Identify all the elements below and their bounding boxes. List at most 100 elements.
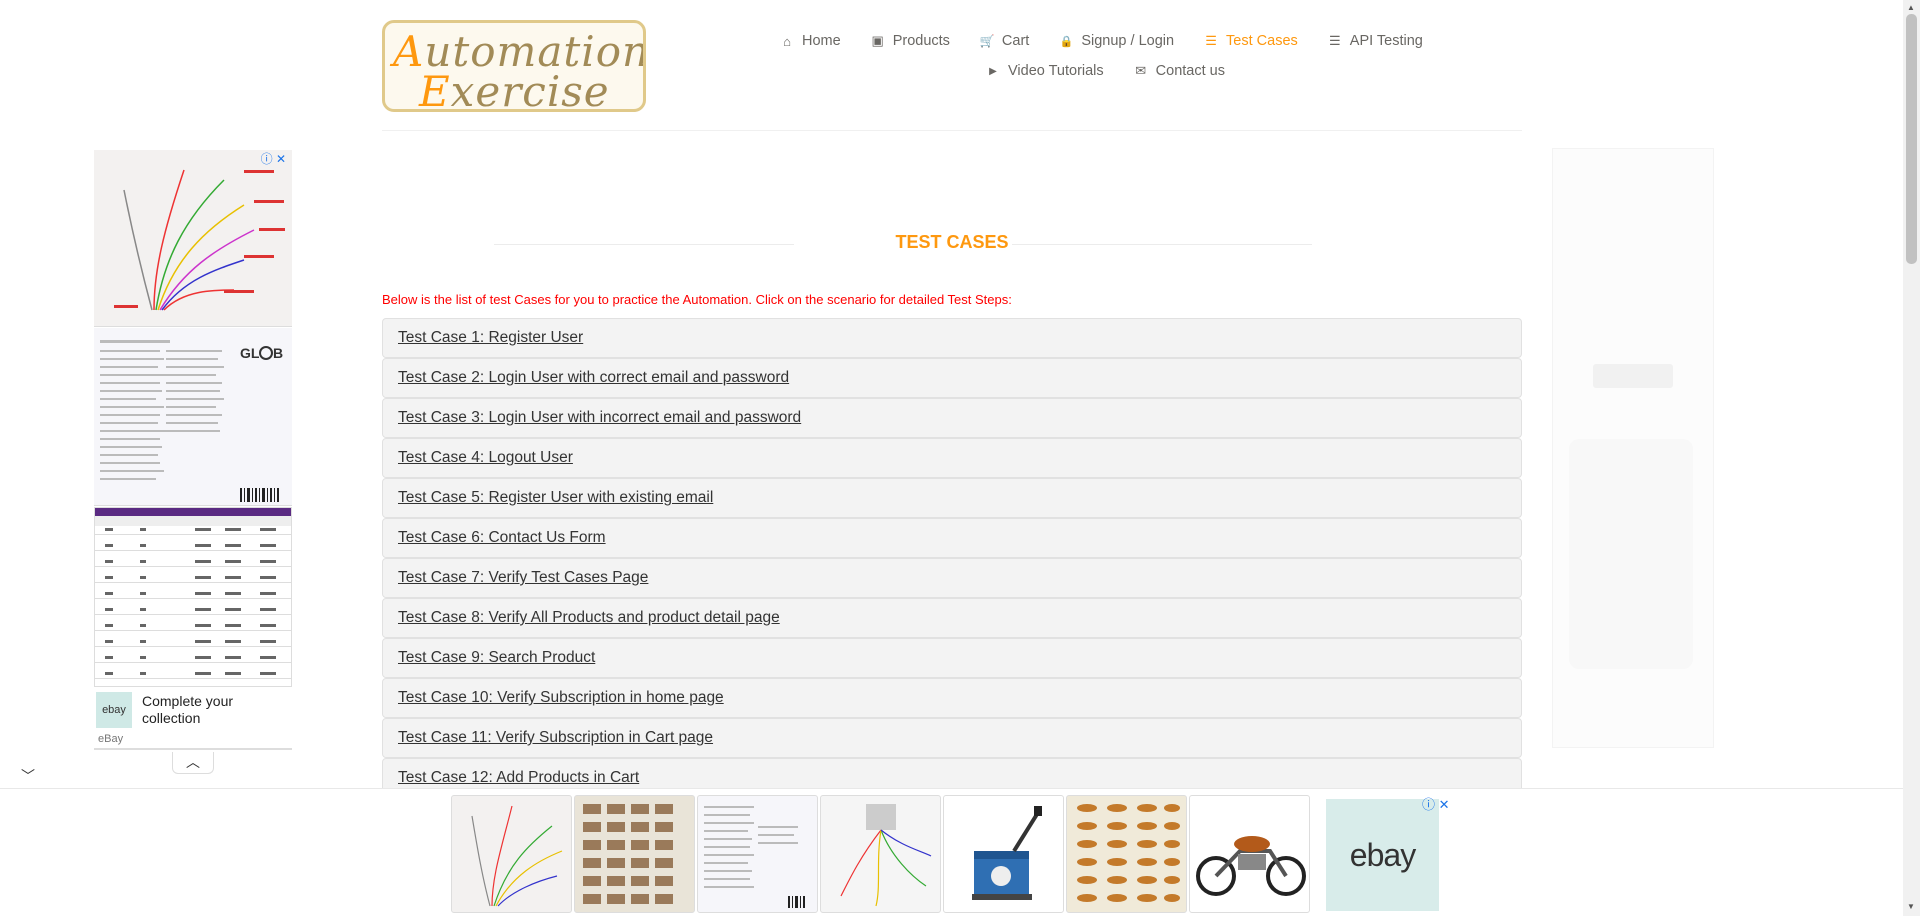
right-ad-button[interactable] (1593, 364, 1673, 388)
cart-icon: 🛒 (979, 34, 995, 48)
wire-harness-graphic (114, 169, 285, 311)
ad-thumb-poster-1[interactable] (574, 795, 695, 913)
nav-row-2: ▶ Video Tutorials ✉ Contact us (780, 56, 1440, 86)
test-case-link[interactable]: Test Case 10: Verify Subscription in hom… (398, 689, 724, 707)
thumb-graphic (1196, 836, 1306, 896)
nav-products-label: Products (892, 33, 950, 49)
test-case-row[interactable]: Test Case 1: Register User (382, 318, 1522, 358)
test-case-link[interactable]: Test Case 2: Login User with correct ema… (398, 369, 789, 387)
test-case-row[interactable]: Test Case 5: Register User with existing… (382, 478, 1522, 518)
test-case-link[interactable]: Test Case 6: Contact Us Form (398, 529, 606, 547)
test-case-link[interactable]: Test Case 7: Verify Test Cases Page (398, 569, 648, 587)
svg-text:B: B (273, 345, 283, 361)
page-title-wrap: TEST CASES (382, 228, 1522, 258)
youtube-icon: ▶ (989, 65, 997, 77)
test-case-row[interactable]: Test Case 11: Verify Subscription in Car… (382, 718, 1522, 758)
thumb-graphic (704, 806, 805, 908)
test-case-link[interactable]: Test Case 5: Register User with existing… (398, 489, 713, 507)
test-case-link[interactable]: Test Case 12: Add Products in Cart (398, 769, 639, 787)
test-case-row[interactable]: Test Case 6: Contact Us Form (382, 518, 1522, 558)
nav-api-testing-label: API Testing (1349, 33, 1423, 49)
nav-test-cases[interactable]: ☰ Test Cases (1204, 33, 1298, 49)
ad-image-globe-record[interactable]: GL B (94, 328, 292, 506)
logo-cap-e: E (419, 67, 451, 112)
thumb-graphic (840, 804, 932, 907)
test-case-row[interactable]: Test Case 10: Verify Subscription in hom… (382, 678, 1522, 718)
page-title: TEST CASES (895, 232, 1009, 252)
size-chart-graphic (95, 508, 291, 679)
ad-thumb-motorcycle[interactable] (1189, 795, 1310, 913)
ad-thumb-winch[interactable] (943, 795, 1064, 913)
bottom-ad-bar: ebay ⓘ ✕ (0, 788, 1903, 916)
nav-contact-us-label: Contact us (1155, 63, 1225, 79)
ad-cta-text[interactable]: Complete your collection (142, 693, 282, 727)
ad-image-size-chart[interactable] (94, 507, 292, 687)
ad-thumb-record[interactable] (697, 795, 818, 913)
home-icon: ⌂ (783, 33, 791, 49)
scroll-up-arrow-icon[interactable]: ▲ (1907, 3, 1915, 12)
logo-word-2: xercise (450, 67, 610, 112)
ad-thumb-fish-poster[interactable] (1066, 795, 1187, 913)
nav-cart[interactable]: 🛒 Cart (980, 33, 1029, 49)
test-case-row[interactable]: Test Case 8: Verify All Products and pro… (382, 598, 1522, 638)
ad-thumb-wire-harness[interactable] (451, 795, 572, 913)
nav-video-tutorials-label: Video Tutorials (1008, 63, 1104, 79)
ad-choices-icon[interactable]: ⓘ ✕ (261, 150, 286, 167)
test-case-link[interactable]: Test Case 4: Logout User (398, 449, 573, 467)
nav-contact-us[interactable]: ✉ Contact us (1134, 63, 1225, 79)
ad-collapse-down-button[interactable]: ﹀ (12, 766, 44, 786)
test-case-link[interactable]: Test Case 3: Login User with incorrect e… (398, 409, 801, 427)
nav-api-testing[interactable]: ☰ API Testing (1328, 33, 1423, 49)
nav-cart-label: Cart (1001, 33, 1030, 49)
lock-icon: 🔒 (1059, 35, 1074, 48)
chevron-down-icon: ﹀ (21, 768, 35, 784)
list-icon: ☰ (1205, 33, 1217, 48)
left-ad[interactable]: ⓘ ✕ GL B ebay Complete your collection e… (94, 150, 292, 750)
thumb-graphic (972, 806, 1042, 900)
ad-separator (94, 748, 292, 750)
test-case-link[interactable]: Test Case 1: Register User (398, 329, 583, 347)
main-nav: ⌂ Home ▣ Products 🛒 Cart 🔒 Signup / Login ☰ T… (780, 26, 1440, 86)
test-case-list: Test Case 1: Register User Test Case 2: … (382, 318, 1522, 798)
thumb-graphic (1077, 804, 1180, 902)
chevron-up-icon: ︿ (186, 754, 200, 770)
nav-signup-login-label: Signup / Login (1081, 33, 1175, 49)
site-logo[interactable]: Automation Exercise (382, 20, 646, 112)
products-icon: ▣ (871, 33, 884, 48)
svg-text:GL: GL (240, 345, 260, 361)
thumb-graphic (583, 804, 673, 904)
thumb-graphic (471, 805, 563, 907)
nav-home[interactable]: ⌂ Home (780, 33, 841, 49)
nav-video-tutorials[interactable]: ▶ Video Tutorials (986, 63, 1104, 79)
nav-test-cases-label: Test Cases (1226, 33, 1298, 49)
ebay-logo[interactable]: ebay (96, 692, 132, 728)
right-ad-card (1569, 439, 1693, 669)
nav-signup-login[interactable]: 🔒 Signup / Login (1059, 33, 1174, 49)
page-scrollbar[interactable]: ▲ ▼ (1903, 0, 1920, 916)
ad-choices-icon[interactable]: ⓘ ✕ (1422, 794, 1450, 813)
test-case-link[interactable]: Test Case 9: Search Product (398, 649, 595, 667)
globe-record-graphic: GL B (100, 340, 286, 502)
test-case-row[interactable]: Test Case 9: Search Product (382, 638, 1522, 678)
intro-text: Below is the list of test Cases for you … (382, 292, 1012, 307)
nav-home-label: Home (802, 33, 841, 49)
ad-image-wire-harness[interactable]: ⓘ ✕ (94, 150, 292, 327)
right-ad-placeholder[interactable] (1552, 148, 1714, 748)
ad-thumb-harness-2[interactable] (820, 795, 941, 913)
ebay-logo[interactable]: ebay (1326, 799, 1439, 911)
test-case-row[interactable]: Test Case 4: Logout User (382, 438, 1522, 478)
test-case-row[interactable]: Test Case 2: Login User with correct ema… (382, 358, 1522, 398)
test-case-link[interactable]: Test Case 11: Verify Subscription in Car… (398, 729, 713, 747)
scroll-down-arrow-icon[interactable]: ▼ (1907, 902, 1915, 911)
ad-brand[interactable]: eBay (98, 733, 123, 745)
nav-row-1: ⌂ Home ▣ Products 🛒 Cart 🔒 Signup / Login ☰ T… (780, 26, 1440, 56)
scrollbar-thumb[interactable] (1906, 14, 1917, 264)
nav-products[interactable]: ▣ Products (871, 33, 950, 49)
envelope-icon: ✉ (1135, 63, 1147, 78)
test-case-link[interactable]: Test Case 8: Verify All Products and pro… (398, 609, 780, 627)
list-icon: ☰ (1328, 33, 1341, 48)
test-case-row[interactable]: Test Case 7: Verify Test Cases Page (382, 558, 1522, 598)
test-case-row[interactable]: Test Case 3: Login User with incorrect e… (382, 398, 1522, 438)
ad-collapse-up-button[interactable]: ︿ (172, 752, 214, 774)
header-divider (382, 130, 1522, 131)
